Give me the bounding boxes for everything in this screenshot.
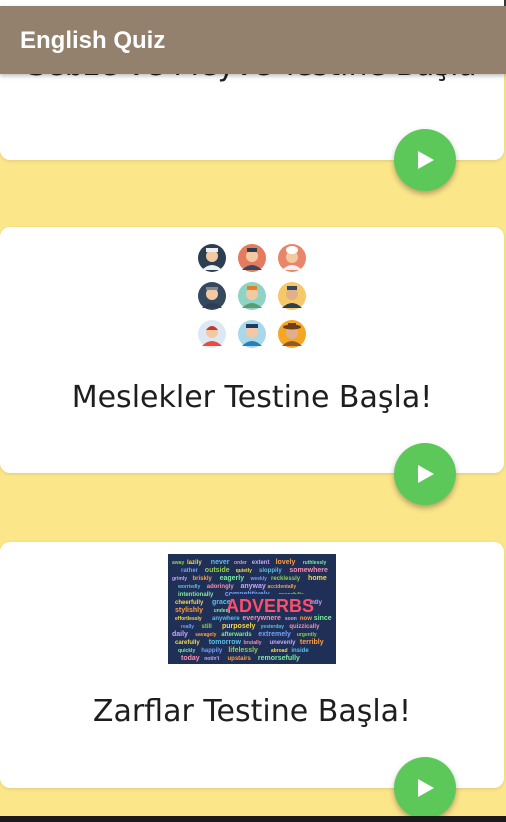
play-button[interactable] [394,757,456,819]
adverb-word: quizzically [289,624,320,630]
app-bar: English Quiz [0,6,506,74]
adverb-word: still [202,624,213,630]
adverb-word: ruthlessly [303,560,327,566]
adverb-word: weekly [250,576,268,582]
adverb-word: extent [252,560,270,566]
adverb-word: home [308,575,327,582]
adverb-word: everywhere [242,615,281,622]
police-avatar-icon [278,282,306,310]
professions-avatars-image [198,244,308,354]
adverb-word: not/n't [204,656,219,662]
farmer-avatar-icon [238,282,266,310]
adverbs-headline: ADVERBS [226,596,314,616]
adverb-word: carefully [175,640,200,646]
adverb-word: terribly [300,639,324,646]
nurse-avatar-icon [238,244,266,272]
adverb-word: intentionally [178,592,214,598]
adverb-word: worriedly [177,584,200,590]
adverb-word: cheerfully [175,600,204,606]
play-icon [418,465,434,483]
adverb-word: yesterday [261,624,285,630]
cowboy-avatar-icon [278,320,306,348]
adverb-word: recklessly [271,576,301,582]
adverb-word: accidentally [268,584,297,590]
student-avatar-icon [198,320,226,348]
adverb-word: purposely [222,623,256,630]
adverb-word: outside [205,567,230,574]
adverb-word: extremely [258,631,291,638]
adverb-word: brutally [244,640,262,646]
card-title: Zarflar Testine Başla! [92,694,412,729]
adverb-word: now [300,616,312,622]
adverb-word: away [172,560,184,566]
adverb-word: inside [291,648,309,654]
adverb-word: order [234,560,247,566]
adverb-word: anywhere [212,616,240,622]
worker-avatar-icon [198,282,226,310]
adverbs-word-cloud: away lazily never order extent lovely ruthless… [172,559,332,662]
adverb-word: quickly [178,648,195,654]
adverb-word: really [181,624,194,630]
adverb-word: rather [181,568,199,574]
quiz-card-adverbs[interactable]: away lazily never order extent lovely ruthless… [0,542,504,788]
adverb-word: daily [172,631,188,638]
adverb-word: adoringly [207,584,235,590]
adverb-word: savagely [195,632,216,638]
app-title: English Quiz [20,27,166,54]
adverb-word: since [314,615,332,622]
adverb-word: anyway [240,583,265,590]
adverb-word: briskly [193,576,213,582]
play-button[interactable] [394,129,456,191]
adverb-word: lazily [187,560,202,566]
adverb-word: quietly [236,568,252,574]
adverb-word: abroad [271,648,288,654]
play-icon [418,151,434,169]
adverb-word: sloppily [259,568,282,574]
doctor-avatar-icon [198,244,226,272]
navigation-bar [0,816,506,822]
adverb-word: tomorrow [209,639,242,646]
adverb-word: afterwards [221,632,252,638]
card-title: Meslekler Testine Başla! [71,380,433,415]
adverb-word: effortlessly [175,616,202,622]
play-icon [418,779,434,797]
adverb-word: soon [285,616,297,622]
chef-avatar-icon [278,244,306,272]
adverb-word: never [211,559,230,566]
adverb-word: lifelessly [228,647,258,654]
adverb-word: somewhere [289,567,328,574]
pilot-avatar-icon [238,320,266,348]
adverb-word: unevenly [270,640,297,646]
adverb-word: today [181,655,200,662]
adverb-word: grimly [172,576,187,582]
adverb-word: lovely [276,559,296,566]
adverb-word: urgently [297,632,317,638]
quiz-card-professions[interactable]: Meslekler Testine Başla! [0,227,504,473]
adverb-word: remorsefully [258,655,300,662]
adverbs-word-cloud-image: away lazily never order extent lovely ruthless… [168,554,336,664]
adverb-word: eagerly [220,575,245,582]
adverb-word: happily [201,648,223,654]
adverb-word: stylishly [175,607,203,614]
play-button[interactable] [394,443,456,505]
adverb-word: upstairs [228,656,252,662]
